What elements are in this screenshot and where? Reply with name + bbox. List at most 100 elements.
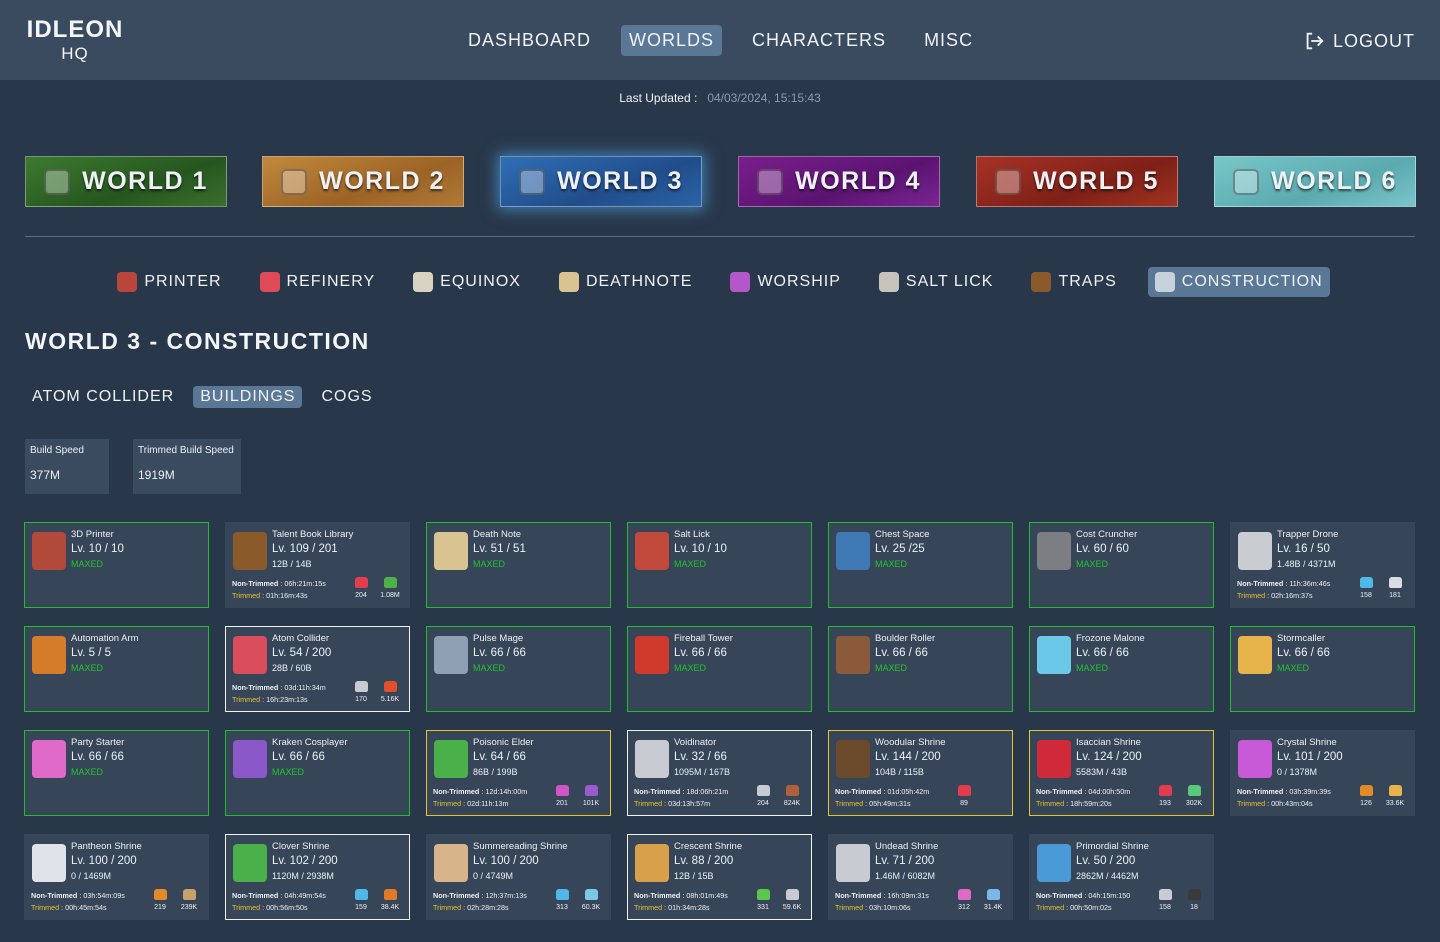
building-card-death-note[interactable]: Death Note Lv. 51 / 51 MAXED: [426, 522, 611, 608]
building-card-3d-printer[interactable]: 3D Printer Lv. 10 / 10 MAXED: [24, 522, 209, 608]
nav-characters[interactable]: CHARACTERS: [744, 25, 894, 56]
material-icon: [957, 889, 971, 900]
building-card-atom-collider[interactable]: Atom Collider Lv. 54 / 200 28B / 60B Non-Tr…: [225, 626, 410, 712]
building-card-pantheon-shrine[interactable]: Pantheon Shrine Lv. 100 / 200 0 / 1469M Non…: [24, 834, 209, 920]
subnav-printer[interactable]: PRINTER: [110, 267, 228, 297]
building-card-salt-lick[interactable]: Salt Lick Lv. 10 / 10 MAXED: [627, 522, 812, 608]
building-card-stormcaller[interactable]: Stormcaller Lv. 66 / 66 MAXED: [1230, 626, 1415, 712]
subnav-label: EQUINOX: [440, 273, 521, 290]
salt-lick-icon: [878, 272, 899, 292]
building-card-poisonic-elder[interactable]: Poisonic Elder Lv. 64 / 66 86B / 199B Non-T…: [426, 730, 611, 816]
trimmed-time: Trimmed : 16h:23m:13s: [232, 695, 308, 704]
trimmed-label: Trimmed: [31, 903, 60, 912]
building-card-automation-arm[interactable]: Automation Arm Lv. 5 / 5 MAXED: [24, 626, 209, 712]
nav-dashboard[interactable]: DASHBOARD: [460, 25, 599, 56]
refinery-icon: [259, 272, 280, 292]
trimmed-label: Trimmed: [1237, 799, 1266, 808]
build-speed-stats: Build Speed 377M Trimmed Build Speed 191…: [25, 439, 241, 494]
building-card-party-starter[interactable]: Party Starter Lv. 66 / 66 MAXED: [24, 730, 209, 816]
buildings-grid: 3D Printer Lv. 10 / 10 MAXED Talent Book Li…: [24, 522, 1416, 922]
material-icon: [1158, 785, 1172, 796]
world-3-button[interactable]: WORLD 3: [500, 156, 702, 207]
building-card-clover-shrine[interactable]: Clover Shrine Lv. 102 / 200 1120M / 2938M N…: [225, 834, 410, 920]
building-card-crescent-shrine[interactable]: Crescent Shrine Lv. 88 / 200 12B / 15B Non-…: [627, 834, 812, 920]
subnav-worship[interactable]: WORSHIP: [723, 267, 847, 297]
building-level: Lv. 60 / 60: [1076, 543, 1129, 555]
trimmed-build-speed-card: Trimmed Build Speed 1919M: [133, 439, 241, 494]
trimmed-time: Trimmed : 00h:43m:04s: [1237, 799, 1313, 808]
material-icon: [1359, 577, 1373, 588]
material-requirement: 31.4K: [976, 889, 1010, 911]
tab-atom-collider[interactable]: ATOM COLLIDER: [25, 386, 181, 408]
building-card-cost-cruncher[interactable]: Cost Cruncher Lv. 60 / 60 MAXED: [1029, 522, 1214, 608]
tab-cogs[interactable]: COGS: [314, 386, 379, 408]
world-2-button[interactable]: WORLD 2: [262, 156, 464, 207]
trimmed-label: Trimmed: [232, 903, 261, 912]
building-card-trapper-drone[interactable]: Trapper Drone Lv. 16 / 50 1.48B / 4371M Non…: [1230, 522, 1415, 608]
maxed-badge: MAXED: [473, 663, 506, 673]
undead-shrine-icon: [836, 844, 870, 882]
building-card-undead-shrine[interactable]: Undead Shrine Lv. 71 / 200 1.46M / 6082M No…: [828, 834, 1013, 920]
subnav-construction[interactable]: CONSTRUCTION: [1147, 267, 1330, 297]
building-card-isaccian-shrine[interactable]: Isaccian Shrine Lv. 124 / 200 5583M / 43B N…: [1029, 730, 1214, 816]
tab-buildings[interactable]: BUILDINGS: [193, 386, 303, 408]
atom-collider-icon: [233, 636, 267, 674]
building-card-pulse-mage[interactable]: Pulse Mage Lv. 66 / 66 MAXED: [426, 626, 611, 712]
world-4-button[interactable]: WORLD 4: [738, 156, 940, 207]
trimmed-label: Trimmed: [634, 903, 663, 912]
building-card-primordial-shrine[interactable]: Primordial Shrine Lv. 50 / 200 2862M / 446…: [1029, 834, 1214, 920]
trimmed-label: Trimmed: [835, 799, 864, 808]
subnav-refinery[interactable]: REFINERY: [253, 267, 383, 297]
subnav-label: WORSHIP: [757, 273, 841, 290]
building-card-kraken-cosplayer[interactable]: Kraken Cosplayer Lv. 66 / 66 MAXED: [225, 730, 410, 816]
trimmed-label: Trimmed: [1036, 903, 1065, 912]
building-card-woodular-shrine[interactable]: Woodular Shrine Lv. 144 / 200 104B / 115B N…: [828, 730, 1013, 816]
building-level: Lv. 124 / 200: [1076, 751, 1142, 763]
subnav-traps[interactable]: TRAPS: [1024, 267, 1123, 297]
material-count: 31.4K: [983, 904, 1003, 911]
non-trimmed-time: Non-Trimmed : 12d:14h:00m: [433, 787, 528, 796]
non-trimmed-value: 08h:01m:49s: [686, 891, 728, 900]
chest-space-icon: [836, 532, 870, 570]
trimmed-value: 01h:34m:28s: [668, 903, 710, 912]
building-card-summereading-shrine[interactable]: Summereading Shrine Lv. 100 / 200 0 / 4749…: [426, 834, 611, 920]
non-trimmed-time: Non-Trimmed : 04d:00h:50m: [1036, 787, 1131, 796]
world-6-button[interactable]: WORLD 6: [1214, 156, 1416, 207]
non-trimmed-value: 18d:06h:21m: [686, 787, 729, 796]
subnav-salt-lick[interactable]: SALT LICK: [872, 267, 1001, 297]
material-icon: [1187, 785, 1201, 796]
building-level: Lv. 66 / 66: [875, 647, 928, 659]
building-level: Lv. 144 / 200: [875, 751, 941, 763]
building-name: Boulder Roller: [875, 633, 936, 644]
crystal-shrine-icon: [1238, 740, 1272, 778]
subnav-label: SALT LICK: [905, 273, 994, 290]
trimmed-time: Trimmed : 18h:59m:20s: [1036, 799, 1112, 808]
material-icon: [756, 785, 770, 796]
build-progress: 86B / 199B: [473, 767, 518, 777]
building-name: Party Starter: [71, 737, 125, 748]
nav-misc[interactable]: MISC: [916, 25, 981, 56]
subnav-deathnote[interactable]: DEATHNOTE: [552, 267, 699, 297]
building-card-crystal-shrine[interactable]: Crystal Shrine Lv. 101 / 200 0 / 1378M Non-…: [1230, 730, 1415, 816]
logout-button[interactable]: LOGOUT: [1303, 30, 1415, 52]
subnav-equinox[interactable]: EQUINOX: [406, 267, 528, 297]
world-5-button[interactable]: WORLD 5: [976, 156, 1178, 207]
trimmed-build-speed-label: Trimmed Build Speed: [138, 445, 234, 456]
building-card-frozone-malone[interactable]: Frozone Malone Lv. 66 / 66 MAXED: [1029, 626, 1214, 712]
trimmed-value: 02h:28m:28s: [467, 903, 509, 912]
building-card-fireball-tower[interactable]: Fireball Tower Lv. 66 / 66 MAXED: [627, 626, 812, 712]
building-card-boulder-roller[interactable]: Boulder Roller Lv. 66 / 66 MAXED: [828, 626, 1013, 712]
building-card-talent-book-library[interactable]: Talent Book Library Lv. 109 / 201 12B / 14…: [225, 522, 410, 608]
trimmed-time: Trimmed : 03h:10m:06s: [835, 903, 911, 912]
nav-worlds[interactable]: WORLDS: [621, 25, 723, 56]
building-level: Lv. 10 / 10: [674, 543, 727, 555]
building-card-voidinator[interactable]: Voidinator Lv. 32 / 66 1095M / 167B Non-Tri…: [627, 730, 812, 816]
non-trimmed-value: 11h:36m:46s: [1289, 579, 1331, 588]
material-icon: [1187, 889, 1201, 900]
non-trimmed-time: Non-Trimmed : 08h:01m:49s: [634, 891, 728, 900]
non-trimmed-label: Non-Trimmed: [835, 891, 882, 900]
building-card-chest-space[interactable]: Chest Space Lv. 25 /25 MAXED: [828, 522, 1013, 608]
material-count: 824K: [783, 800, 801, 807]
world-1-button[interactable]: WORLD 1: [25, 156, 227, 207]
app-logo[interactable]: IDLEON HQ: [25, 18, 125, 63]
